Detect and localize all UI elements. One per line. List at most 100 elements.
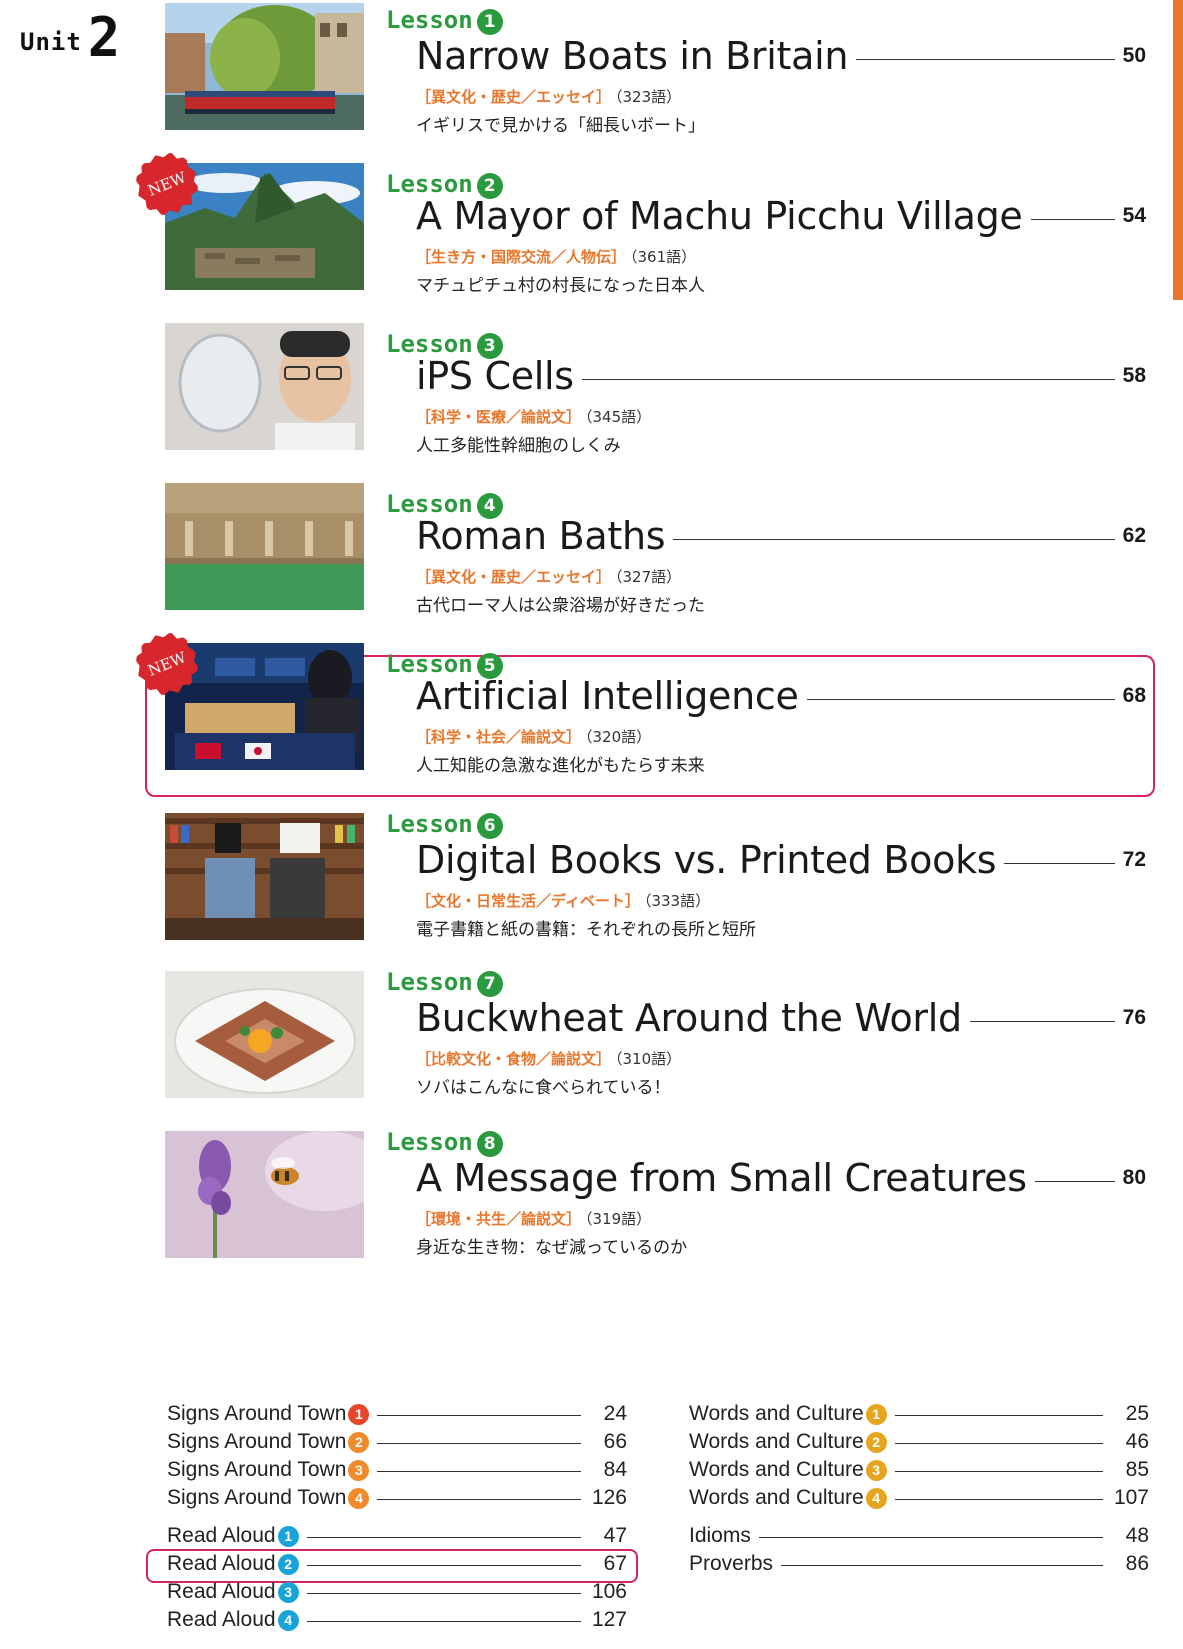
lesson-entry-5[interactable]: NEW Lesson 5 Artificial Intelligence 68 ［… bbox=[0, 640, 1183, 790]
page-number[interactable]: 62 bbox=[1123, 524, 1146, 548]
read-aloud-item-3[interactable]: Read Aloud 3 106 bbox=[167, 1578, 627, 1606]
lesson-title[interactable]: Roman Baths bbox=[416, 514, 666, 558]
read-aloud-item-4[interactable]: Read Aloud 4 127 bbox=[167, 1606, 627, 1634]
page-number[interactable]: 80 bbox=[1123, 1166, 1146, 1190]
lesson-title[interactable]: iPS Cells bbox=[416, 354, 574, 398]
page-number[interactable]: 54 bbox=[1123, 204, 1146, 228]
leader-line bbox=[894, 1414, 1103, 1416]
leader-line bbox=[894, 1498, 1103, 1500]
lesson-6-thumbnail bbox=[165, 813, 364, 940]
lesson-genre: ［異文化・歴史／エッセイ］ bbox=[416, 568, 612, 586]
leader-line bbox=[856, 58, 1115, 60]
item-page: 46 bbox=[1125, 1430, 1149, 1453]
scientist-portrait-image bbox=[165, 323, 364, 450]
item-number-badge: 4 bbox=[277, 1609, 299, 1631]
signs-item-4[interactable]: Signs Around Town 4 126 bbox=[167, 1484, 627, 1512]
item-page: 25 bbox=[1125, 1402, 1149, 1425]
lesson-genre: ［科学・社会／論説文］ bbox=[416, 728, 582, 746]
page-number[interactable]: 50 bbox=[1123, 44, 1146, 68]
signs-around-town-list: Signs Around Town 1 24 Signs Around Town… bbox=[167, 1400, 627, 1512]
lesson-title[interactable]: Narrow Boats in Britain bbox=[416, 34, 848, 78]
lesson-4-thumbnail bbox=[165, 483, 364, 610]
lesson-genre: ［文化・日常生活／ディベート］ bbox=[416, 892, 640, 910]
leader-line bbox=[1034, 1180, 1115, 1182]
lesson-meta: ［環境・共生／論説文］ （319語） bbox=[416, 1208, 651, 1229]
lesson-meta: ［比較文化・食物／論説文］ （310語） bbox=[416, 1048, 681, 1069]
extras-right-column: Words and Culture 1 25 Words and Culture… bbox=[689, 1400, 1149, 1588]
words-culture-item-4[interactable]: Words and Culture 4 107 bbox=[689, 1484, 1149, 1512]
lesson-title-row: A Message from Small Creatures 80 bbox=[416, 1152, 1146, 1204]
lesson-title[interactable]: A Message from Small Creatures bbox=[416, 1156, 1027, 1200]
lesson-title[interactable]: Artificial Intelligence bbox=[416, 674, 799, 718]
lesson-summary: 人工知能の急激な進化がもたらす未来 bbox=[416, 756, 705, 776]
read-aloud-item-1[interactable]: Read Aloud 1 47 bbox=[167, 1522, 627, 1550]
bookstore-image bbox=[165, 813, 364, 940]
lesson-entry-8[interactable]: Lesson 8 A Message from Small Creatures 8… bbox=[0, 1128, 1183, 1278]
item-page: 48 bbox=[1125, 1524, 1149, 1547]
page-number[interactable]: 58 bbox=[1123, 364, 1146, 388]
item-label: Proverbs bbox=[689, 1552, 774, 1575]
lesson-entry-1[interactable]: Lesson 1 Narrow Boats in Britain 50 ［異文化・… bbox=[0, 0, 1183, 150]
leader-line bbox=[306, 1620, 581, 1622]
page-number[interactable]: 68 bbox=[1123, 684, 1146, 708]
item-page: 24 bbox=[603, 1402, 627, 1425]
lesson-meta: ［異文化・歴史／エッセイ］ （327語） bbox=[416, 566, 681, 587]
item-label: Signs Around Town bbox=[167, 1486, 347, 1509]
signs-item-2[interactable]: Signs Around Town 2 66 bbox=[167, 1428, 627, 1456]
lesson-genre: ［生き方・国際交流／人物伝］ bbox=[416, 248, 627, 266]
lesson-summary: 電子書籍と紙の書籍：それぞれの長所と短所 bbox=[416, 920, 756, 940]
words-culture-item-1[interactable]: Words and Culture 1 25 bbox=[689, 1400, 1149, 1428]
leader-line bbox=[581, 378, 1115, 380]
leader-line bbox=[377, 1414, 581, 1416]
lesson-meta: ［科学・医療／論説文］ （345語） bbox=[416, 406, 651, 427]
word-count: （327語） bbox=[615, 568, 682, 586]
lesson-genre: ［異文化・歴史／エッセイ］ bbox=[416, 88, 612, 106]
item-number-badge: 1 bbox=[865, 1403, 887, 1425]
proverbs-item[interactable]: Proverbs 86 bbox=[689, 1550, 1149, 1578]
lesson-7-thumbnail bbox=[165, 971, 364, 1098]
lesson-entry-7[interactable]: Lesson 7 Buckwheat Around the World 76 ［比… bbox=[0, 968, 1183, 1118]
lesson-title-row: Roman Baths 62 bbox=[416, 510, 1146, 562]
words-culture-item-3[interactable]: Words and Culture 3 85 bbox=[689, 1456, 1149, 1484]
item-label: Read Aloud bbox=[167, 1552, 276, 1575]
item-number-badge: 1 bbox=[277, 1525, 299, 1547]
word-count: （310語） bbox=[615, 1050, 682, 1068]
words-culture-item-2[interactable]: Words and Culture 2 46 bbox=[689, 1428, 1149, 1456]
word-count: （361語） bbox=[630, 248, 697, 266]
lesson-entry-2[interactable]: NEW Lesson 2 A Mayor of Machu Picchu Vill… bbox=[0, 160, 1183, 310]
lesson-meta: ［文化・日常生活／ディベート］ （333語） bbox=[416, 890, 710, 911]
word-count: （320語） bbox=[585, 728, 652, 746]
lesson-entry-6[interactable]: Lesson 6 Digital Books vs. Printed Books … bbox=[0, 810, 1183, 960]
word-count: （333語） bbox=[643, 892, 711, 910]
lesson-summary: マチュピチュ村の村長になった日本人 bbox=[416, 276, 705, 296]
signs-item-3[interactable]: Signs Around Town 3 84 bbox=[167, 1456, 627, 1484]
lesson-summary: 古代ローマ人は公衆浴場が好きだった bbox=[416, 596, 705, 616]
lesson-title[interactable]: Buckwheat Around the World bbox=[416, 996, 962, 1040]
lesson-genre: ［環境・共生／論説文］ bbox=[416, 1210, 582, 1228]
leader-line bbox=[1004, 862, 1115, 864]
lesson-3-thumbnail bbox=[165, 323, 364, 450]
page-number[interactable]: 76 bbox=[1123, 1006, 1146, 1030]
lesson-meta: ［異文化・歴史／エッセイ］ （323語） bbox=[416, 86, 681, 107]
read-aloud-item-2[interactable]: Read Aloud 2 67 bbox=[167, 1550, 627, 1578]
galette-image bbox=[165, 971, 364, 1098]
lesson-title[interactable]: A Mayor of Machu Picchu Village bbox=[416, 194, 1023, 238]
extras-left-column: Signs Around Town 1 24 Signs Around Town… bbox=[167, 1400, 627, 1644]
lesson-meta: ［生き方・国際交流／人物伝］ （361語） bbox=[416, 246, 696, 267]
idioms-item[interactable]: Idioms 48 bbox=[689, 1522, 1149, 1550]
page-number[interactable]: 72 bbox=[1123, 848, 1146, 872]
idioms-proverbs-list: Idioms 48 Proverbs 86 bbox=[689, 1522, 1149, 1578]
lesson-5-thumbnail bbox=[165, 643, 364, 770]
lesson-entry-3[interactable]: Lesson 3 iPS Cells 58 ［科学・医療／論説文］ （345語） 人… bbox=[0, 320, 1183, 470]
lesson-entry-4[interactable]: Lesson 4 Roman Baths 62 ［異文化・歴史／エッセイ］ （327… bbox=[0, 480, 1183, 630]
signs-item-1[interactable]: Signs Around Town 1 24 bbox=[167, 1400, 627, 1428]
item-label: Idioms bbox=[689, 1524, 751, 1547]
words-and-culture-list: Words and Culture 1 25 Words and Culture… bbox=[689, 1400, 1149, 1512]
leader-line bbox=[306, 1536, 581, 1538]
item-page: 67 bbox=[603, 1552, 627, 1575]
item-page: 127 bbox=[591, 1608, 627, 1631]
read-aloud-list: Read Aloud 1 47 Read Aloud 2 67 Read Alo… bbox=[167, 1522, 627, 1634]
lesson-title[interactable]: Digital Books vs. Printed Books bbox=[416, 838, 997, 882]
leader-line bbox=[1030, 218, 1115, 220]
machu-picchu-image bbox=[165, 163, 364, 290]
